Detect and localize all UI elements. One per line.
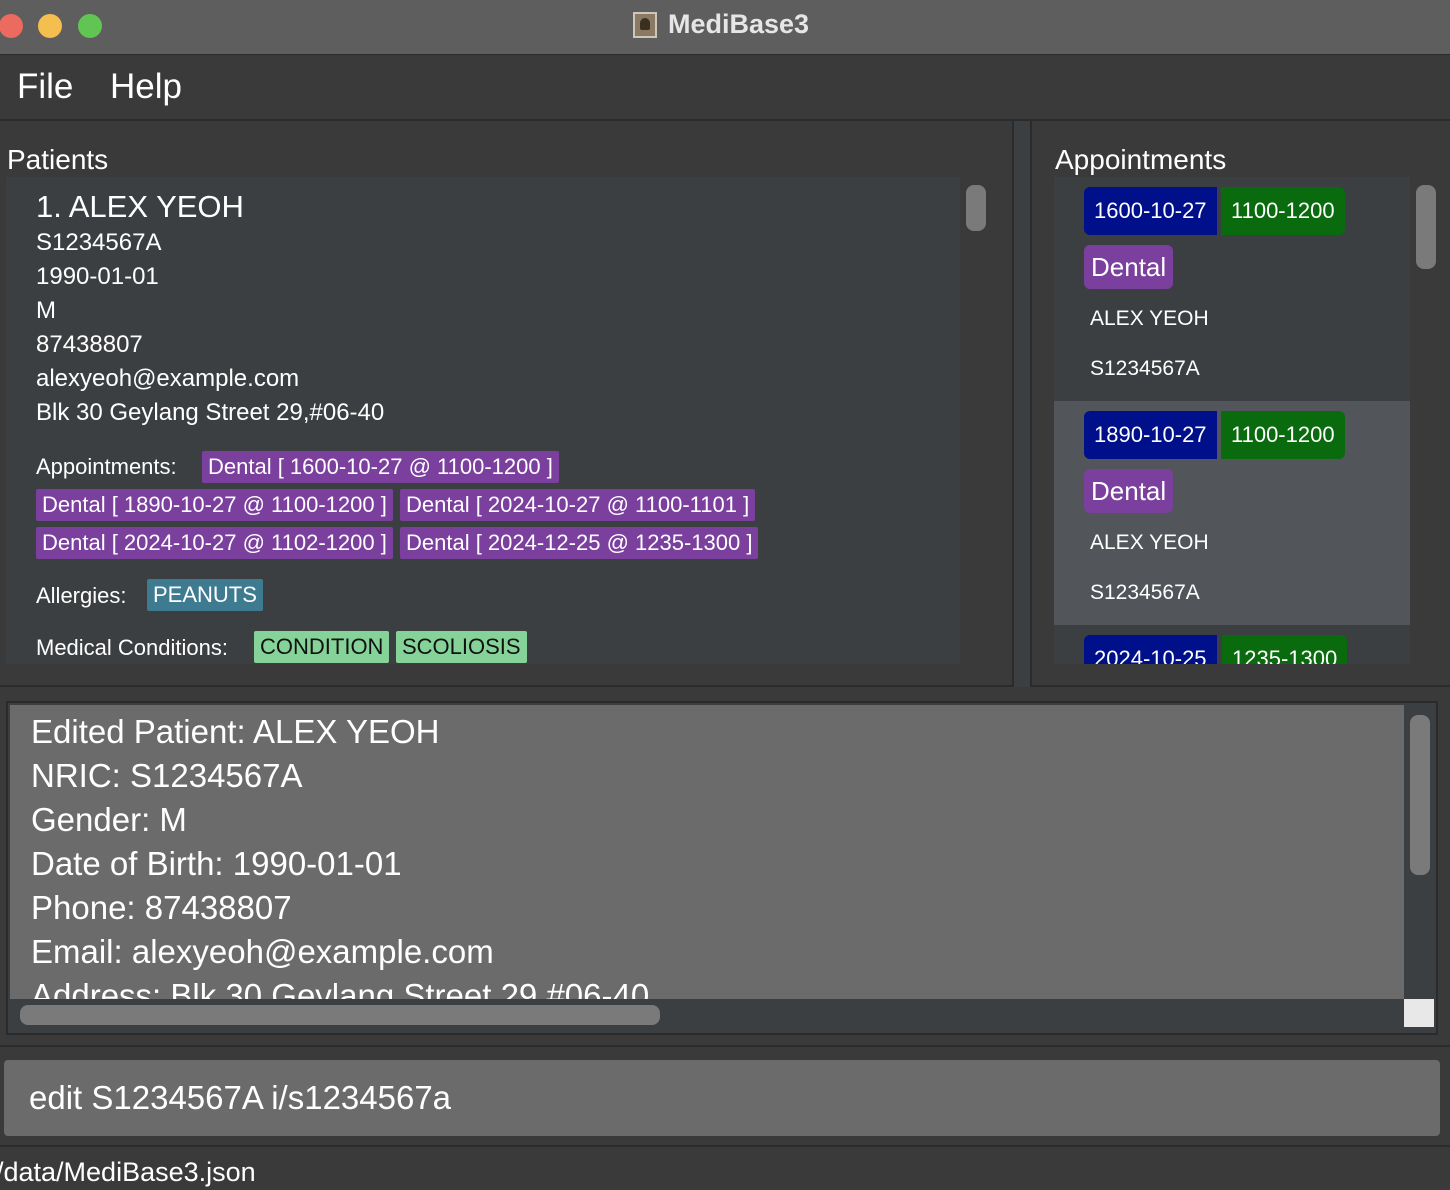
appointment-tag: Dental [ 1890-10-27 @ 1100-1200 ] <box>36 489 393 521</box>
appointments-scrollbar[interactable] <box>1416 185 1436 269</box>
app-icon <box>633 12 657 38</box>
patients-scrollbar[interactable] <box>966 185 986 231</box>
appointment-tag: Dental [ 2024-12-25 @ 1235-1300 ] <box>400 527 759 559</box>
patient-name: 1. ALEX YEOH <box>36 189 244 224</box>
result-vertical-scrollbar[interactable] <box>1404 705 1436 999</box>
appointment-card[interactable]: 2024-10-25 1235-1300 <box>1054 625 1410 664</box>
appointment-type-badge: Dental <box>1084 469 1174 513</box>
result-line: Address: Blk 30 Geylang Street 29 #06-40 <box>31 977 650 999</box>
appointment-list[interactable]: 1600-10-27 1100-1200 Dental ALEX YEOH S1… <box>1054 177 1410 664</box>
result-panel: Edited Patient: ALEX YEOH NRIC: S1234567… <box>0 687 1450 1047</box>
close-window-button[interactable] <box>0 14 23 38</box>
minimize-window-button[interactable] <box>38 14 62 38</box>
command-panel <box>0 1047 1450 1147</box>
appointment-date-badge: 1890-10-27 <box>1084 411 1217 459</box>
menu-file[interactable]: File <box>17 67 73 107</box>
patient-email: alexyeoh@example.com <box>36 365 300 392</box>
appointment-patient-name: ALEX YEOH <box>1090 307 1209 330</box>
appointment-tag: Dental [ 1600-10-27 @ 1100-1200 ] <box>202 451 559 483</box>
patients-panel: Patients 1. ALEX YEOH S1234567A 1990-01-… <box>0 121 1014 687</box>
menu-bar: File Help <box>0 55 1450 121</box>
result-vertical-scroll-thumb[interactable] <box>1410 715 1430 875</box>
menu-help[interactable]: Help <box>110 67 182 107</box>
patient-address: Blk 30 Geylang Street 29,#06-40 <box>36 399 385 426</box>
zoom-window-button[interactable] <box>78 14 102 38</box>
result-line: Gender: M <box>31 801 187 838</box>
appointment-type-badge: Dental <box>1084 245 1174 289</box>
appointments-title: Appointments <box>1055 144 1227 175</box>
result-line: Phone: 87438807 <box>31 889 292 926</box>
window-title: MediBase3 <box>668 9 810 39</box>
appointments-label: Appointments: <box>36 454 177 479</box>
result-line: Date of Birth: 1990-01-01 <box>31 845 402 882</box>
result-horizontal-scrollbar[interactable] <box>10 999 1404 1031</box>
appointment-date-badge: 2024-10-25 <box>1084 635 1217 664</box>
appointment-patient-nric: S1234567A <box>1090 581 1200 604</box>
allergies-label: Allergies: <box>36 583 127 608</box>
result-line: Edited Patient: ALEX YEOH <box>31 713 440 750</box>
appointment-tag: Dental [ 2024-10-27 @ 1100-1101 ] <box>400 489 756 521</box>
appointment-card[interactable]: 1890-10-27 1100-1200 Dental ALEX YEOH S1… <box>1054 401 1410 625</box>
appointment-patient-nric: S1234567A <box>1090 357 1200 380</box>
patients-title: Patients <box>7 144 109 175</box>
patient-list[interactable]: 1. ALEX YEOH S1234567A 1990-01-01 M 8743… <box>6 177 960 664</box>
condition-tag: CONDITION <box>254 631 390 663</box>
appointment-time-badge: 1235-1300 <box>1222 635 1348 664</box>
patient-nric: S1234567A <box>36 229 162 256</box>
appointments-panel: Appointments 1600-10-27 1100-1200 Dental… <box>1030 121 1450 687</box>
appointment-time-badge: 1100-1200 <box>1221 187 1345 235</box>
result-horizontal-scroll-thumb[interactable] <box>20 1005 660 1025</box>
command-input[interactable] <box>4 1060 1440 1136</box>
appointment-tag: Dental [ 2024-10-27 @ 1102-1200 ] <box>36 527 393 559</box>
appointment-date-badge: 1600-10-27 <box>1084 187 1217 235</box>
result-line: NRIC: S1234567A <box>31 757 303 794</box>
patient-dob: 1990-01-01 <box>36 263 159 290</box>
scrollbar-corner <box>1404 999 1434 1027</box>
patient-phone: 87438807 <box>36 331 143 358</box>
status-bar: /data/MediBase3.json <box>0 1147 1450 1190</box>
title-bar: MediBase3 <box>0 0 1450 55</box>
result-line: Email: alexyeoh@example.com <box>31 933 494 970</box>
data-file-path: /data/MediBase3.json <box>0 1157 256 1187</box>
appointment-patient-name: ALEX YEOH <box>1090 531 1209 554</box>
allergy-tag: PEANUTS <box>147 579 263 611</box>
appointment-time-badge: 1100-1200 <box>1221 411 1345 459</box>
patient-gender: M <box>36 297 56 324</box>
result-display[interactable]: Edited Patient: ALEX YEOH NRIC: S1234567… <box>6 701 1438 1035</box>
condition-tag: SCOLIOSIS <box>396 631 527 663</box>
conditions-label: Medical Conditions: <box>36 635 228 660</box>
result-text-area[interactable]: Edited Patient: ALEX YEOH NRIC: S1234567… <box>10 705 1404 999</box>
appointment-card[interactable]: 1600-10-27 1100-1200 Dental ALEX YEOH S1… <box>1054 177 1410 401</box>
